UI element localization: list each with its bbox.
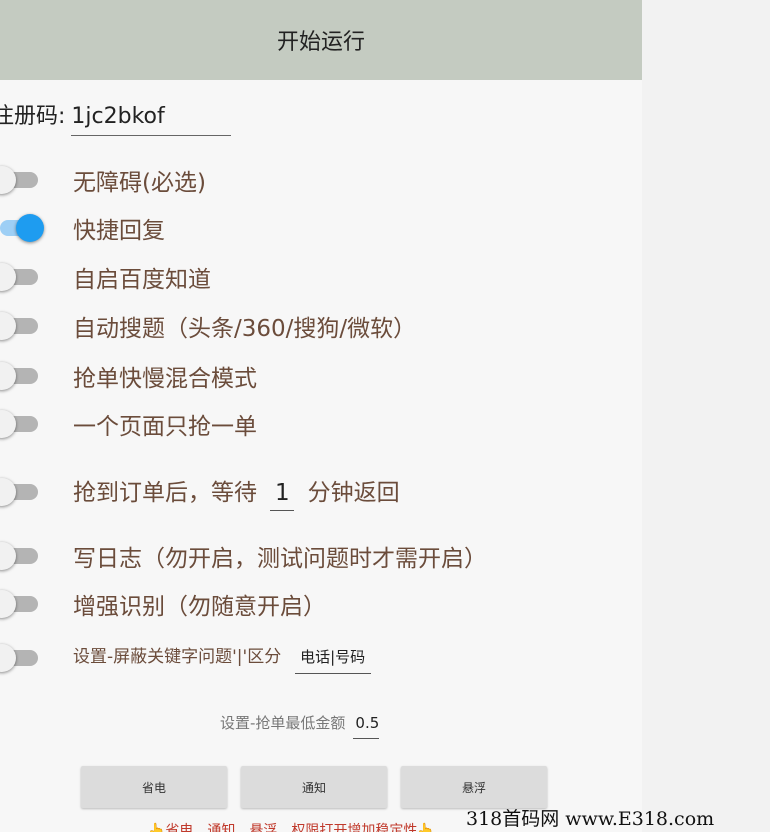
start-run-bar[interactable]: 开始运行 bbox=[0, 0, 642, 80]
app-window: 开始运行 注册码: 1jc2bkof 无障碍(必选) 快捷回复 自启百度知道 自… bbox=[0, 0, 642, 832]
accessibility-toggle[interactable] bbox=[0, 160, 52, 200]
autostart-baidu-label: 自启百度知道 bbox=[73, 267, 211, 293]
registration-label: 注册码: bbox=[0, 104, 66, 129]
wait-return-prefix: 抢到订单后，等待 bbox=[73, 480, 257, 506]
write-log-label: 写日志（勿开启，测试问题时才需开启） bbox=[73, 546, 487, 572]
block-keywords-input[interactable]: 电话|号码 bbox=[294, 646, 371, 674]
min-amount-input[interactable]: 0.5 bbox=[353, 714, 380, 739]
floating-button[interactable]: 悬浮 bbox=[401, 766, 547, 808]
block-keywords-toggle[interactable] bbox=[0, 638, 52, 678]
block-keywords-text: 设置-屏蔽关键字问题'|'区分 bbox=[73, 647, 282, 667]
start-run-title: 开始运行 bbox=[276, 30, 365, 55]
wait-return-toggle[interactable] bbox=[0, 472, 52, 512]
wait-return-label: 抢到订单后，等待 1 分钟返回 bbox=[73, 473, 400, 511]
quick-reply-toggle[interactable] bbox=[0, 208, 52, 248]
right-blank-area bbox=[642, 0, 770, 832]
auto-search-toggle[interactable] bbox=[0, 306, 52, 346]
enhanced-recognition-label: 增强识别（勿随意开启） bbox=[73, 594, 326, 620]
accessibility-label: 无障碍(必选) bbox=[73, 170, 206, 196]
enhanced-recognition-toggle[interactable] bbox=[0, 584, 52, 624]
wait-return-suffix: 分钟返回 bbox=[307, 480, 400, 506]
write-log-toggle[interactable] bbox=[0, 536, 52, 576]
one-per-page-label: 一个页面只抢一单 bbox=[73, 414, 257, 440]
site-watermark: 318首码网 www.E318.com bbox=[466, 808, 715, 830]
notification-button[interactable]: 通知 bbox=[241, 766, 387, 808]
registration-input[interactable]: 1jc2bkof bbox=[71, 104, 232, 136]
registration-row: 注册码: 1jc2bkof bbox=[0, 98, 232, 136]
mixed-mode-label: 抢单快慢混合模式 bbox=[73, 366, 257, 392]
mixed-mode-toggle[interactable] bbox=[0, 356, 52, 396]
quick-reply-label: 快捷回复 bbox=[73, 218, 165, 244]
auto-search-label: 自动搜题（头条/360/搜狗/微软） bbox=[73, 316, 417, 342]
permission-hint: 👆省电、通知、悬浮、权限打开增加稳定性👆 bbox=[148, 823, 435, 832]
min-amount-label: 设置-抢单最低金额 bbox=[220, 714, 346, 732]
one-per-page-toggle[interactable] bbox=[0, 404, 52, 444]
autostart-baidu-toggle[interactable] bbox=[0, 257, 52, 297]
power-saving-button[interactable]: 省电 bbox=[81, 766, 227, 808]
wait-minutes-input[interactable]: 1 bbox=[270, 480, 295, 511]
block-keywords-label: 设置-屏蔽关键字问题'|'区分 电话|号码 bbox=[73, 642, 371, 674]
min-amount-row: 设置-抢单最低金额 0.5 bbox=[220, 712, 380, 739]
